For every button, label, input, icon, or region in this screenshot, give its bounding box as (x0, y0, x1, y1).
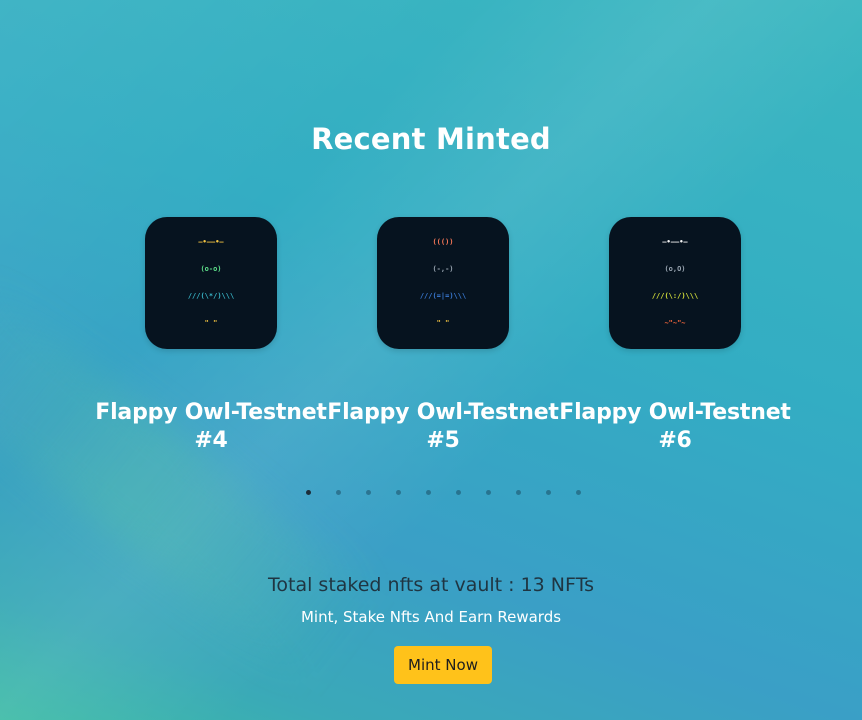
owl-art-line: —•——•— (198, 238, 224, 246)
owl-art: ((()) (-,-) ///(=|=)\\\ " " (420, 220, 466, 346)
nft-card[interactable]: ((()) (-,-) ///(=|=)\\\ " " Flappy Owl-T… (327, 217, 559, 455)
nft-thumbnail[interactable]: ((()) (-,-) ///(=|=)\\\ " " (377, 217, 509, 349)
section-title: Recent Minted (311, 122, 551, 156)
owl-art-line: (o,O) (664, 265, 686, 273)
owl-art-line: ~"~"~ (664, 319, 686, 327)
nft-name[interactable]: Flappy Owl-Testnet #5 (327, 399, 559, 455)
owl-art: —•——•— (o,O) ///(\:/)\\\ ~"~"~ (652, 220, 698, 346)
carousel-dot[interactable] (396, 490, 401, 495)
carousel-dot[interactable] (546, 490, 551, 495)
nft-card[interactable]: —•——•— (o,O) ///(\:/)\\\ ~"~"~ Flappy Ow… (559, 217, 791, 455)
staked-count-text: Total staked nfts at vault : 13 NFTs (268, 574, 594, 596)
carousel-dot[interactable] (576, 490, 581, 495)
carousel-dots (306, 490, 606, 495)
owl-art-line: ((()) (432, 238, 454, 246)
mint-now-button[interactable]: Mint Now (394, 646, 492, 684)
owl-art-line: ///(=|=)\\\ (419, 292, 467, 300)
owl-art-line: " " (204, 319, 218, 327)
nft-name[interactable]: Flappy Owl-Testnet #4 (95, 399, 327, 455)
owl-art-line: ///(\*/)\\\ (187, 292, 235, 300)
nft-thumbnail[interactable]: —•——•— (o-o) ///(\*/)\\\ " " (145, 217, 277, 349)
carousel-dot[interactable] (366, 490, 371, 495)
owl-art: —•——•— (o-o) ///(\*/)\\\ " " (188, 220, 234, 346)
carousel-dot[interactable] (426, 490, 431, 495)
carousel-dot[interactable] (456, 490, 461, 495)
carousel-dot[interactable] (486, 490, 491, 495)
carousel-dot[interactable] (516, 490, 521, 495)
tagline: Mint, Stake Nfts And Earn Rewards (300, 608, 562, 626)
carousel-dot[interactable] (336, 490, 341, 495)
nft-name[interactable]: Flappy Owl-Testnet #6 (559, 399, 791, 455)
owl-art-line: —•——•— (662, 238, 688, 246)
owl-art-line: (o-o) (200, 265, 222, 273)
nft-card[interactable]: —•——•— (o-o) ///(\*/)\\\ " " Flappy Owl-… (95, 217, 327, 455)
owl-art-line: (-,-) (432, 265, 454, 273)
nft-thumbnail[interactable]: —•——•— (o,O) ///(\:/)\\\ ~"~"~ (609, 217, 741, 349)
owl-art-line: " " (436, 319, 450, 327)
carousel-dot[interactable] (306, 490, 311, 495)
owl-art-line: ///(\:/)\\\ (651, 292, 699, 300)
